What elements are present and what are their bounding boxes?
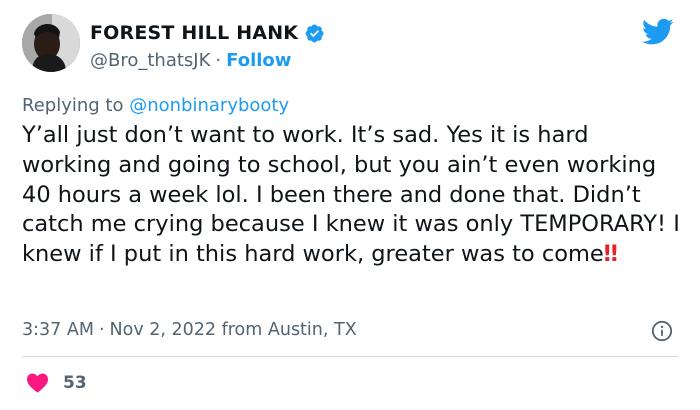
verified-badge-icon	[305, 24, 324, 42]
double-exclamation-emoji: ‼	[603, 241, 618, 268]
tweet-meta: 3:37 AM · Nov 2, 2022 from Austin, TX	[22, 320, 357, 340]
display-name[interactable]: FOREST HILL HANK	[90, 22, 325, 44]
tweet-time[interactable]: 3:37 AM	[22, 320, 94, 340]
twitter-bird-icon[interactable]	[642, 18, 674, 46]
handle-row: @Bro_thatsJK · Follow	[90, 50, 291, 71]
display-name-text: FOREST HILL HANK	[90, 22, 299, 44]
separator-dot: ·	[98, 320, 105, 340]
tweet-body: Y’all just don’t want to work. It’s sad.…	[22, 122, 680, 268]
tweet-date-location[interactable]: Nov 2, 2022 from Austin, TX	[110, 320, 357, 340]
avatar-image	[22, 14, 80, 72]
avatar[interactable]	[22, 14, 80, 72]
like-button[interactable]: 53	[26, 372, 87, 393]
heart-icon	[27, 373, 48, 393]
divider	[22, 356, 678, 357]
info-icon[interactable]	[651, 320, 673, 342]
like-count: 53	[63, 372, 87, 393]
author-handle[interactable]: @Bro_thatsJK	[90, 50, 210, 71]
tweet-card: FOREST HILL HANK @Bro_thatsJK · Follow Rep…	[0, 0, 700, 410]
follow-button[interactable]: Follow	[226, 50, 291, 71]
reply-mention-link[interactable]: @nonbinarybooty	[129, 95, 289, 116]
reply-context: Replying to @nonbinarybooty	[22, 95, 289, 116]
separator-dot: ·	[215, 50, 222, 71]
tweet-text: Y’all just don’t want to work. It’s sad.…	[22, 121, 682, 270]
reply-prefix: Replying to	[22, 95, 124, 116]
